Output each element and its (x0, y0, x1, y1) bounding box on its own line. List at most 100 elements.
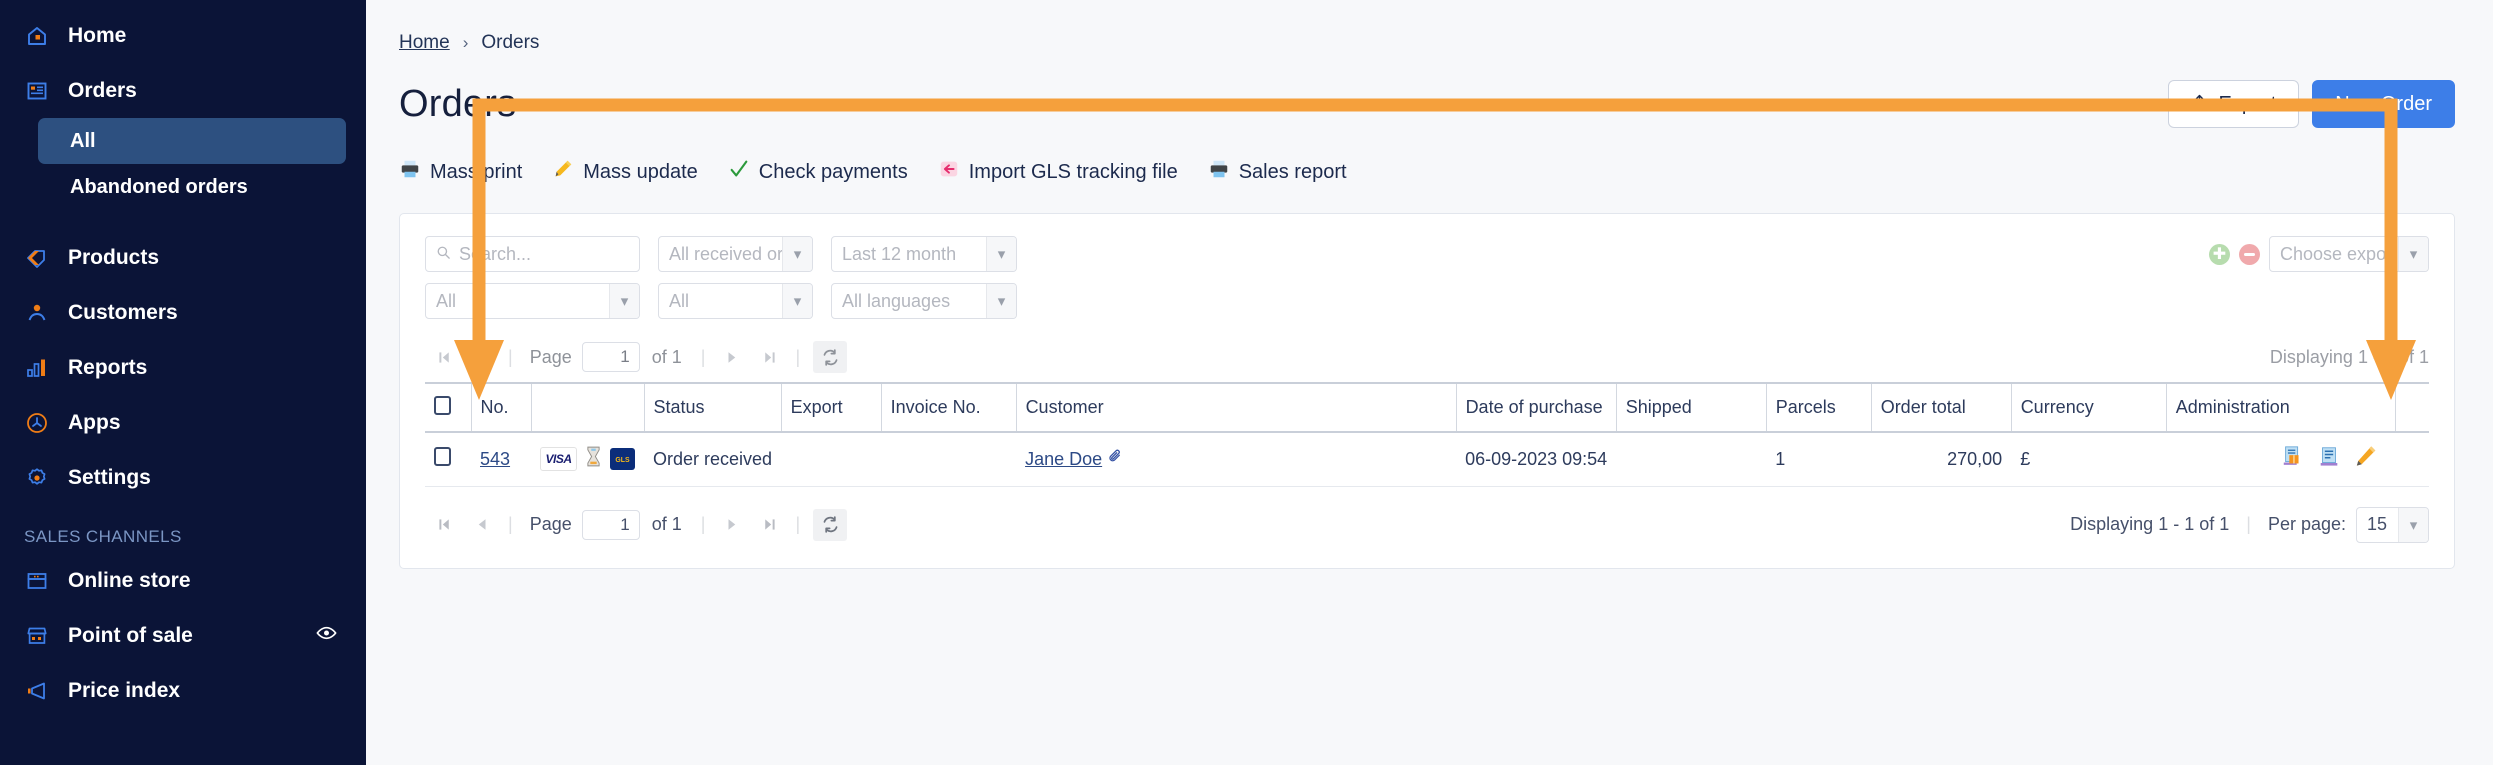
col-status[interactable]: Status (643, 382, 782, 433)
import-gls-tracking-file-action[interactable]: Import GLS tracking file (938, 158, 1178, 186)
prev-page-button-bottom[interactable] (463, 506, 501, 544)
first-page-button-bottom[interactable] (425, 506, 463, 544)
hourglass-icon (586, 446, 601, 472)
export-controls: ✚ Choose export ▾ (2209, 236, 2429, 272)
status-filter-select[interactable]: All received or ▾ (658, 236, 813, 272)
mass-print-action[interactable]: Mass print (399, 158, 522, 186)
sidebar-item-settings[interactable]: Settings (0, 450, 366, 505)
filters: Search... All received or ▾ Last 12 mont… (425, 236, 2429, 319)
language-filter-select[interactable]: All languages ▾ (831, 283, 1017, 319)
sidebar-item-label: Customers (68, 300, 178, 324)
new-order-button[interactable]: New Order (2312, 80, 2455, 128)
row-select-cell (425, 432, 471, 487)
search-input[interactable]: Search... (425, 236, 640, 272)
sidebar-item-customers[interactable]: Customers (0, 285, 366, 340)
prev-page-button-top[interactable] (463, 338, 501, 376)
chevron-down-icon: ▾ (2398, 507, 2428, 542)
col-shipped[interactable]: Shipped (1615, 382, 1767, 433)
pagination-bottom-right: Displaying 1 - 1 of 1 | Per page: 15 ▾ (2070, 506, 2429, 543)
col-administration[interactable]: Administration (2165, 382, 2395, 433)
col-invoice-no[interactable]: Invoice No. (880, 382, 1017, 433)
pagination-bottom: | Page 1 of 1 | | Displaying 1 - 1 of 1 … (425, 500, 2429, 550)
next-page-button-bottom[interactable] (712, 506, 750, 544)
sidebar-item-products[interactable]: Products (0, 230, 366, 285)
orders-table-body: 543 VISA GLS Order received Jane Doe 06-… (425, 432, 2429, 487)
col-order-total[interactable]: Order total (1870, 382, 2012, 433)
sidebar-item-home[interactable]: Home (0, 8, 366, 63)
table-row[interactable]: 543 VISA GLS Order received Jane Doe 06-… (425, 432, 2429, 487)
sidebar-item-price-index[interactable]: Price index (0, 663, 366, 718)
mass-update-action[interactable]: Mass update (552, 158, 698, 186)
page-label-top: Page (529, 346, 572, 367)
filter-all-2-select[interactable]: All ▾ (658, 283, 813, 319)
per-page-select[interactable]: 15 ▾ (2356, 506, 2429, 543)
row-checkbox[interactable] (434, 447, 451, 467)
pager-divider: | (795, 514, 801, 534)
megaphone-icon (24, 678, 50, 704)
filter-all-1-select[interactable]: All ▾ (425, 283, 640, 319)
breadcrumb: Home › Orders (366, 0, 2493, 54)
next-page-button-top[interactable] (712, 338, 750, 376)
paperclip-icon[interactable] (1107, 448, 1124, 470)
bar-chart-icon (24, 355, 50, 381)
order-number-link[interactable]: 543 (480, 449, 510, 469)
delivery-note-icon[interactable] (2317, 445, 2341, 474)
select-all-checkbox[interactable] (434, 395, 451, 415)
sidebar-item-reports[interactable]: Reports (0, 340, 366, 395)
row-currency-cell: £ (2011, 432, 2167, 487)
sales-report-action[interactable]: Sales report (1208, 158, 1347, 186)
col-parcels[interactable]: Parcels (1765, 382, 1872, 433)
customer-link[interactable]: Jane Doe (1025, 449, 1102, 470)
sidebar-item-point-of-sale[interactable]: Point of sale (0, 608, 366, 663)
col-date-of-purchase[interactable]: Date of purchase (1455, 382, 1617, 433)
sidebar-item-orders[interactable]: Orders (0, 63, 366, 118)
visa-icon: VISA (540, 447, 577, 472)
choose-export-select[interactable]: Choose export ▾ (2269, 236, 2429, 272)
sidebar-subitem-abandoned-orders[interactable]: Abandoned orders (38, 164, 346, 210)
last-page-button-bottom[interactable] (750, 506, 788, 544)
col-customer[interactable]: Customer (1015, 382, 1457, 433)
add-export-icon[interactable]: ✚ (2209, 243, 2230, 265)
action-toolbar: Mass print Mass update Check payments Im… (366, 128, 2493, 186)
filter-all-2-value: All (669, 290, 690, 311)
sidebar-item-label: Point of sale (68, 623, 193, 647)
pager-divider: | (2246, 514, 2251, 534)
refresh-button-top[interactable] (813, 341, 848, 373)
chevron-down-icon: ▾ (2398, 237, 2428, 271)
sidebar-item-apps[interactable]: Apps (0, 395, 366, 450)
row-customer-cell: Jane Doe (1016, 432, 1457, 487)
row-status-cell: Order received (644, 432, 782, 487)
action-label: Sales report (1238, 160, 1347, 183)
filter-all-1-value: All (436, 290, 457, 311)
col-currency[interactable]: Currency (2010, 382, 2167, 433)
sidebar-item-label: Reports (68, 355, 148, 379)
first-page-button-top[interactable] (425, 338, 463, 376)
sidebar-subitem-label: Abandoned orders (70, 175, 248, 198)
eye-icon[interactable] (315, 621, 338, 650)
chevron-down-icon: ▾ (986, 237, 1016, 271)
sidebar-subitem-all[interactable]: All (38, 118, 346, 164)
last-page-button-top[interactable] (750, 338, 788, 376)
period-filter-select[interactable]: Last 12 month ▾ (831, 236, 1017, 272)
invoice-icon[interactable] (2281, 445, 2305, 474)
col-export[interactable]: Export (780, 382, 882, 433)
remove-export-icon[interactable] (2239, 243, 2260, 265)
row-order-total-cell: 270,00 (1871, 432, 2012, 487)
sidebar-item-label: Home (68, 23, 127, 47)
export-button[interactable]: Export (2168, 80, 2300, 128)
page-input-bottom[interactable]: 1 (581, 509, 640, 540)
check-payments-action[interactable]: Check payments (728, 158, 908, 186)
pager-divider: | (508, 514, 513, 534)
breadcrumb-home-link[interactable]: Home (399, 32, 450, 54)
sidebar-item-online-store[interactable]: Online store (0, 553, 366, 608)
row-date-of-purchase-cell: 06-09-2023 09:54 (1456, 432, 1617, 487)
filter-row-2: All ▾ All ▾ All languages ▾ (425, 283, 2429, 319)
page-input-top[interactable]: 1 (581, 342, 640, 372)
col-no[interactable]: No. (470, 382, 531, 433)
action-label: Import GLS tracking file (968, 160, 1178, 183)
edit-pencil-icon[interactable] (2353, 444, 2378, 474)
choose-export-value: Choose export (2280, 243, 2398, 264)
refresh-button-bottom[interactable] (813, 508, 848, 541)
orders-table: No. Status Export Invoice No. Customer D… (425, 382, 2429, 487)
sidebar-item-label: Price index (68, 678, 181, 702)
